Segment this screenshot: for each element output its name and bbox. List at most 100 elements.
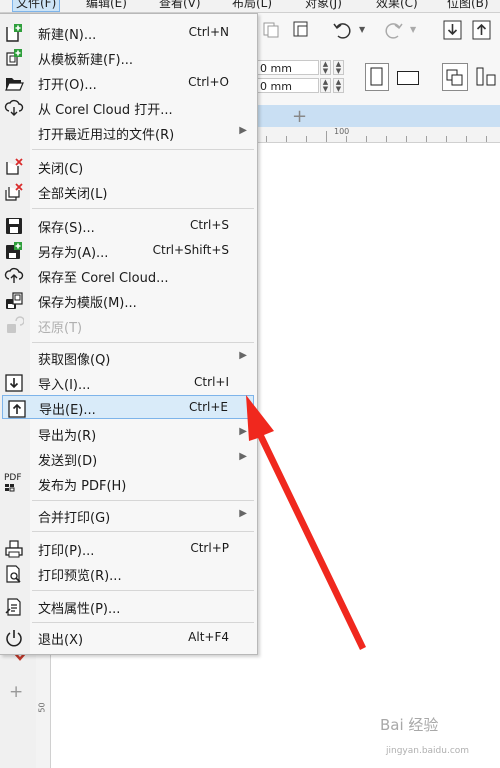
- power-icon: [6, 630, 22, 647]
- width-field[interactable]: 0 mm: [257, 60, 319, 75]
- menu-item-export-for[interactable]: 导出为(R) ▶: [0, 421, 256, 445]
- menu-item-save[interactable]: 保存(S)... Ctrl+S: [0, 213, 256, 237]
- menu-item-acquire-image[interactable]: 获取图像(Q) ▶: [0, 345, 256, 369]
- cloud-upload-icon: [4, 267, 24, 283]
- close-all-icon: [5, 183, 23, 201]
- pdf-grid-icon: [5, 484, 15, 492]
- menu-separator: [32, 622, 254, 623]
- watermark-url: jingyan.baidu.com: [386, 746, 470, 756]
- menu-item-save-as[interactable]: 另存为(A)... Ctrl+Shift+S: [0, 238, 256, 262]
- undo-icon[interactable]: [332, 21, 354, 39]
- width-spinner[interactable]: ▲ ▼: [320, 60, 331, 75]
- menu-separator: [32, 500, 254, 501]
- submenu-arrow-icon: ▶: [239, 350, 247, 361]
- menu-item-publish-pdf[interactable]: PDF 发布为 PDF(H): [0, 471, 256, 495]
- menu-item-close-all[interactable]: 全部关闭(L): [0, 179, 256, 203]
- menu-view[interactable]: 查看(V): [159, 0, 201, 11]
- menu-item-save-template[interactable]: 保存为模版(M)...: [0, 288, 256, 312]
- pages-icon: [446, 69, 463, 86]
- menu-effects[interactable]: 效果(C): [376, 0, 418, 11]
- save-as-icon: [6, 242, 22, 259]
- menu-item-revert: 还原(T): [0, 313, 256, 337]
- menu-label: 退出(X): [38, 633, 84, 648]
- folder-open-icon: [5, 78, 24, 91]
- menu-item-print[interactable]: 打印(P)... Ctrl+P: [0, 536, 256, 560]
- paste-icon[interactable]: [292, 20, 310, 38]
- menu-separator: [32, 531, 254, 532]
- menu-label: 保存(S)...: [38, 221, 95, 236]
- menu-item-exit[interactable]: 退出(X) Alt+F4: [0, 625, 256, 649]
- landscape-icon[interactable]: [397, 71, 419, 85]
- all-pages-button[interactable]: [442, 63, 468, 91]
- menu-label: 导出(E)...: [39, 403, 96, 418]
- menu-item-open-recent[interactable]: 打开最近用过的文件(R) ▶: [0, 120, 256, 144]
- export-toolbar-icon[interactable]: [471, 19, 493, 41]
- menu-label: 全部关闭(L): [38, 187, 108, 202]
- new-tab-icon[interactable]: +: [292, 106, 307, 127]
- current-page-icon[interactable]: [474, 65, 500, 89]
- menu-item-new-from-template[interactable]: 从模板新建(F)...: [0, 45, 256, 69]
- import-icon: [5, 374, 23, 392]
- import-toolbar-icon[interactable]: [442, 19, 464, 41]
- menu-item-document-properties[interactable]: 文档属性(P)...: [0, 594, 256, 618]
- menu-separator: [32, 149, 254, 150]
- menu-label: 合并打印(G): [38, 511, 111, 526]
- menu-label: 还原(T): [38, 321, 83, 336]
- menu-shortcut: Ctrl+E: [189, 400, 228, 414]
- menu-label: 打开(O)...: [38, 78, 97, 93]
- print-preview-icon: [6, 565, 21, 583]
- menu-file[interactable]: 文件(F): [12, 0, 61, 12]
- menu-label: 导入(I)...: [38, 378, 91, 393]
- menu-label: 文档属性(P)...: [38, 602, 121, 617]
- menu-label: 从模板新建(F)...: [38, 53, 134, 68]
- menu-label: 发送到(D): [38, 454, 98, 469]
- menu-separator: [32, 342, 254, 343]
- menu-label: 打印(P)...: [38, 544, 95, 559]
- submenu-arrow-icon: ▶: [239, 125, 247, 136]
- redo-dropdown-icon[interactable]: ▼: [410, 25, 416, 34]
- new-file-icon: [6, 24, 22, 42]
- menu-shortcut: Alt+F4: [188, 630, 229, 644]
- save-icon: [6, 218, 22, 234]
- width-spinner-2[interactable]: ▲ ▼: [333, 60, 344, 75]
- menu-edit[interactable]: 编辑(E): [86, 0, 127, 11]
- menu-label: 从 Corel Cloud 打开...: [38, 103, 173, 118]
- undo-dropdown-icon[interactable]: ▼: [359, 25, 365, 34]
- pdf-icon: PDF: [4, 474, 24, 494]
- menu-shortcut: Ctrl+Shift+S: [152, 243, 229, 257]
- height-field[interactable]: 0 mm: [257, 78, 319, 93]
- revert-icon: [7, 316, 24, 333]
- file-menu: 新建(N)... Ctrl+N 从模板新建(F)... 打开(O)... Ctr…: [0, 13, 258, 655]
- menu-separator: [32, 208, 254, 209]
- menu-item-import[interactable]: 导入(I)... Ctrl+I: [0, 370, 256, 394]
- menu-layout[interactable]: 布局(L): [232, 0, 272, 11]
- menu-item-open[interactable]: 打开(O)... Ctrl+O: [0, 70, 256, 94]
- menu-shortcut: Ctrl+N: [188, 25, 229, 39]
- menu-shortcut: Ctrl+P: [190, 541, 229, 555]
- horizontal-ruler: 100: [256, 127, 500, 143]
- watermark: Bai 经验: [380, 716, 439, 734]
- menu-item-open-cloud[interactable]: 从 Corel Cloud 打开...: [0, 95, 256, 119]
- height-spinner-2[interactable]: ▲ ▼: [333, 78, 344, 93]
- portrait-icon: [370, 67, 383, 86]
- menu-item-new[interactable]: 新建(N)... Ctrl+N: [0, 20, 256, 44]
- add-tool-icon[interactable]: +: [9, 682, 23, 702]
- menu-label: 获取图像(Q): [38, 353, 111, 368]
- menu-item-close[interactable]: 关闭(C): [0, 154, 256, 178]
- menu-item-send-to[interactable]: 发送到(D) ▶: [0, 446, 256, 470]
- menu-shortcut: Ctrl+I: [194, 375, 229, 389]
- menu-label: 另存为(A)...: [38, 246, 109, 261]
- menu-bitmap[interactable]: 位图(B): [447, 0, 489, 11]
- height-spinner[interactable]: ▲ ▼: [320, 78, 331, 93]
- copy-icon[interactable]: [262, 20, 280, 38]
- redo-icon[interactable]: [382, 21, 404, 39]
- portrait-button[interactable]: [365, 63, 389, 91]
- menu-item-export[interactable]: 导出(E)... Ctrl+E: [2, 395, 254, 419]
- menu-object[interactable]: 对象(J): [305, 0, 342, 11]
- menu-item-save-cloud[interactable]: 保存至 Corel Cloud...: [0, 263, 256, 287]
- menu-label: 打开最近用过的文件(R): [38, 128, 175, 143]
- menu-item-merge-print[interactable]: 合并打印(G) ▶: [0, 503, 256, 527]
- close-file-icon: [6, 158, 23, 175]
- menu-label: 发布为 PDF(H): [38, 479, 127, 494]
- menu-item-print-preview[interactable]: 打印预览(R)...: [0, 561, 256, 585]
